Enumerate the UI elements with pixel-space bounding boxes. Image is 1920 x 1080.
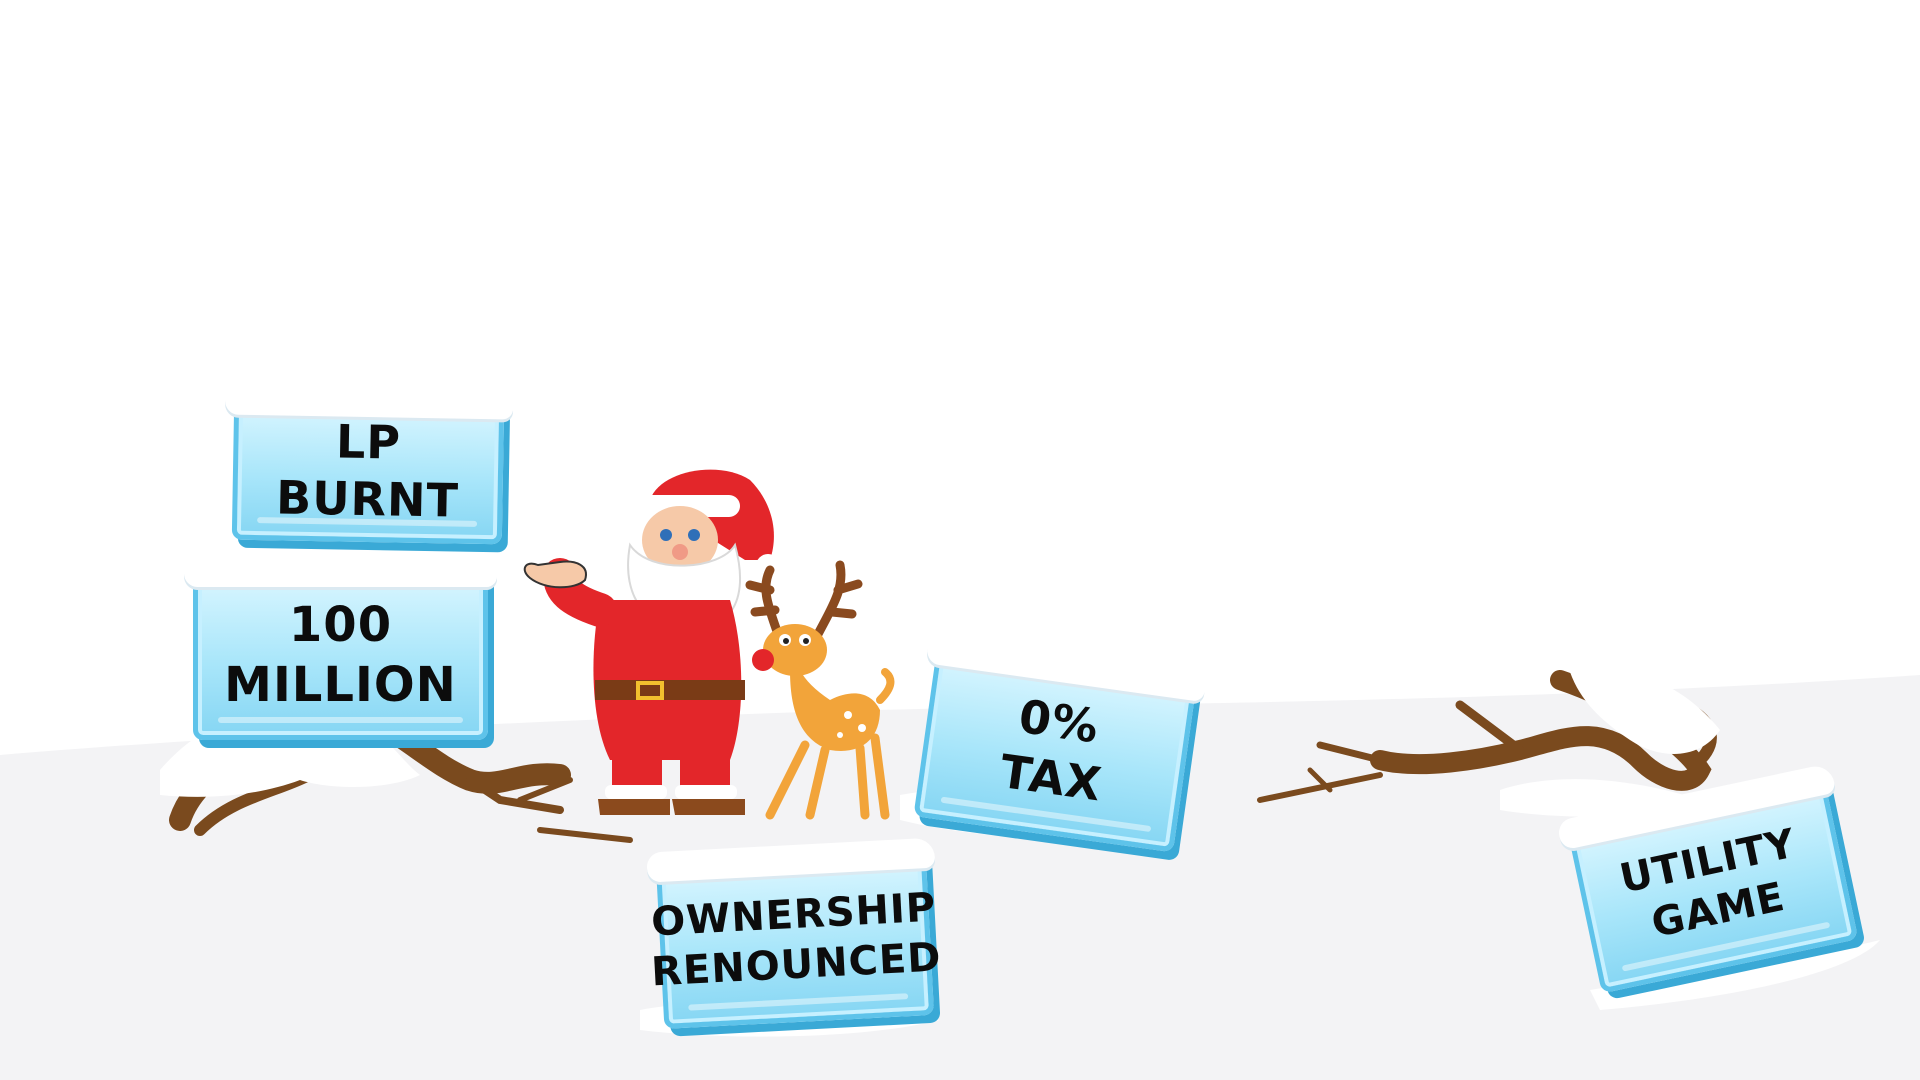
sign-lp-burnt-text: LP BURNT xyxy=(275,413,460,528)
sign-supply-text: 100 MILLION xyxy=(224,597,457,713)
sign-supply: 100 MILLION xyxy=(184,557,497,740)
sign-ownership: OWNERSHIP RENOUNCED xyxy=(650,851,943,1029)
sign-lp-burnt: LP BURNT xyxy=(231,397,505,545)
sign-tax: 0% TAX xyxy=(913,647,1197,853)
winter-scene: LP BURNT 100 MILLION 0% TAX OWNERSHIP RE… xyxy=(0,0,1920,1080)
